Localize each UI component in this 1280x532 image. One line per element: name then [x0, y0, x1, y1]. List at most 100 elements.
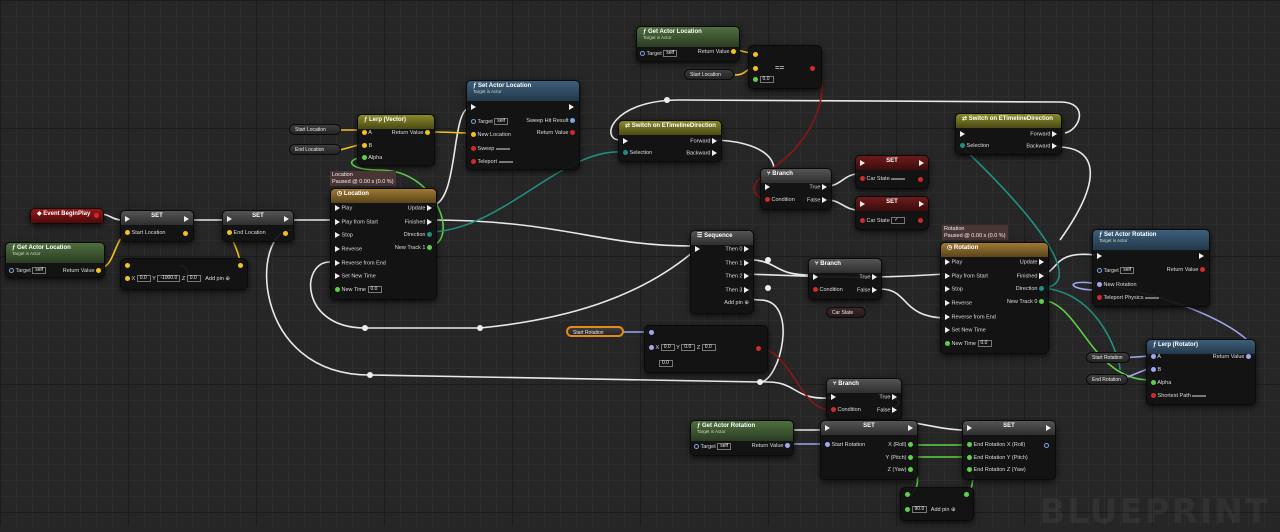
- add-pin-icon[interactable]: ⊕: [951, 507, 956, 513]
- x-field[interactable]: 0.0: [660, 344, 675, 351]
- x-field[interactable]: 0.0: [136, 275, 151, 282]
- false-pin[interactable]: False: [857, 287, 877, 294]
- a-pin[interactable]: A: [1151, 354, 1161, 360]
- exec-in-pin[interactable]: [471, 104, 476, 110]
- b-pin[interactable]: B: [362, 143, 372, 149]
- exec-in-pin[interactable]: [860, 201, 865, 207]
- vector-in-pin[interactable]: [753, 52, 758, 57]
- tolerance-field[interactable]: 0.0: [659, 360, 673, 367]
- forward-pin[interactable]: Forward: [1030, 131, 1057, 138]
- new-location-pin[interactable]: New Location: [471, 132, 511, 138]
- return-value-pin[interactable]: Return Value: [752, 443, 790, 449]
- a-pin[interactable]: A: [362, 130, 372, 136]
- exec-out-pin[interactable]: [94, 213, 99, 218]
- car-state-pin[interactable]: Car State ✓: [860, 217, 906, 224]
- exec-in-pin[interactable]: [695, 246, 700, 252]
- sweep-pin[interactable]: Sweep: [471, 146, 510, 152]
- new-track-pin[interactable]: New Track 1: [395, 245, 432, 251]
- exec-in-pin[interactable]: [831, 394, 836, 400]
- play-from-start-pin[interactable]: Play from Start: [945, 273, 988, 280]
- update-pin[interactable]: Update: [408, 205, 432, 212]
- vector-components[interactable]: X 0.0 Y -1000.0 Z 0.0 Add pin ⊕: [125, 275, 230, 282]
- tolerance-pin[interactable]: 0.0: [753, 76, 774, 83]
- exec-in-pin[interactable]: [813, 274, 818, 280]
- return-value-pin[interactable]: Return Value: [1167, 267, 1205, 273]
- vector-out-pin[interactable]: [283, 231, 288, 236]
- exec-in-pin[interactable]: [1097, 253, 1102, 259]
- car-state-checkbox[interactable]: ✓: [891, 217, 906, 224]
- finished-pin[interactable]: Finished: [405, 219, 432, 226]
- bool-out-pin[interactable]: [918, 218, 923, 223]
- backward-pin[interactable]: Backward: [686, 150, 717, 157]
- start-location-pin[interactable]: Start Location: [125, 230, 165, 236]
- reverse-pin[interactable]: Reverse: [335, 246, 362, 253]
- condition-pin[interactable]: Condition: [831, 407, 861, 413]
- target-pin[interactable]: Target self: [1097, 267, 1135, 274]
- y-field[interactable]: -1000.0: [157, 275, 181, 282]
- start-rotation-pin[interactable]: Start Rotation: [825, 442, 865, 448]
- reroute-node[interactable]: [765, 257, 771, 263]
- exec-out-pin[interactable]: [919, 201, 924, 207]
- target-value[interactable]: self: [717, 443, 732, 450]
- target-pin[interactable]: Target self: [694, 443, 732, 450]
- branch-node[interactable]: ⑂ Branch Condition True False: [760, 168, 832, 210]
- add-pin-icon[interactable]: ⊕: [225, 276, 230, 282]
- add-pin-button[interactable]: Add pin: [931, 507, 950, 513]
- tolerance-pin[interactable]: 0.0: [659, 360, 673, 367]
- then-1-pin[interactable]: Then 1: [725, 260, 749, 267]
- set-new-time-pin[interactable]: Set New Time: [335, 273, 376, 280]
- float-add-node[interactable]: 90.0 Add pin ⊕: [900, 487, 974, 521]
- car-state-pin[interactable]: Car State: [860, 176, 906, 182]
- return-value-pin[interactable]: Return Value: [392, 130, 430, 136]
- new-rotation-pin[interactable]: New Rotation: [1097, 282, 1137, 288]
- var-start-location-2[interactable]: Start Location: [684, 69, 734, 80]
- end-rotation-y-pin[interactable]: End Rotation Y (Pitch): [967, 455, 1028, 461]
- timeline-location-node[interactable]: ◷ Location Play Play from Start Stop Rev…: [330, 188, 437, 300]
- reroute-node[interactable]: [757, 379, 763, 385]
- event-beginplay-node[interactable]: ◆ Event BeginPlay: [30, 208, 104, 224]
- lerp-vector-node[interactable]: ƒ Lerp (Vector) A B Alpha Return Value: [357, 114, 435, 166]
- vector-out-pin[interactable]: [183, 231, 188, 236]
- return-value-pin[interactable]: Return Value: [1213, 354, 1251, 360]
- reroute-node[interactable]: [765, 285, 771, 291]
- target-value[interactable]: self: [1120, 267, 1135, 274]
- reroute-node[interactable]: [362, 325, 368, 331]
- z-yaw-pin[interactable]: Z (Yaw): [888, 467, 913, 473]
- switch-timeline-direction-node-2[interactable]: ⇄ Switch on ETimelineDirection Selection…: [955, 113, 1062, 155]
- get-actor-location-node-2[interactable]: ƒ Get Actor Location Target is Actor Tar…: [636, 26, 740, 62]
- true-pin[interactable]: True: [879, 394, 897, 401]
- new-time-field[interactable]: 0.0: [367, 286, 382, 293]
- end-rotation-x-pin[interactable]: End Rotation X (Roll): [967, 442, 1025, 448]
- return-value-pin[interactable]: Return Value: [63, 268, 101, 274]
- var-start-location[interactable]: Start Location: [289, 124, 341, 135]
- target-value[interactable]: self: [494, 118, 509, 125]
- get-actor-location-node[interactable]: ƒ Get Actor Location Target is Actor Tar…: [5, 242, 105, 278]
- vector-in-pin[interactable]: [125, 263, 130, 268]
- set-car-state-node-2[interactable]: SET Car State ✓: [855, 196, 929, 230]
- float-in-pin[interactable]: [905, 492, 910, 497]
- exec-out-pin[interactable]: [569, 104, 574, 110]
- play-pin[interactable]: Play: [945, 259, 962, 266]
- target-pin[interactable]: Target self: [9, 267, 47, 274]
- vector-out-pin[interactable]: [238, 263, 243, 268]
- exec-in-pin[interactable]: [825, 425, 830, 431]
- rotator-in-pin[interactable]: [649, 330, 654, 335]
- exec-out-pin[interactable]: [1199, 253, 1204, 259]
- bool-out-pin[interactable]: [756, 346, 761, 351]
- update-pin[interactable]: Update: [1020, 259, 1044, 266]
- set-actor-location-node[interactable]: ƒ Set Actor Location Target is Actor Tar…: [466, 80, 580, 170]
- set-new-time-pin[interactable]: Set New Time: [945, 327, 986, 334]
- target-pin[interactable]: Target self: [640, 50, 678, 57]
- true-pin[interactable]: True: [859, 274, 877, 281]
- alpha-pin[interactable]: Alpha: [1151, 380, 1171, 386]
- set-end-location-node[interactable]: SET End Location: [222, 210, 294, 242]
- get-actor-rotation-node[interactable]: ƒ Get Actor Rotation Target is Actor Tar…: [690, 420, 794, 456]
- end-location-pin[interactable]: End Location: [227, 230, 266, 236]
- b-pin[interactable]: B: [1151, 367, 1161, 373]
- exec-in-pin[interactable]: [960, 131, 965, 137]
- teleport-physics-checkbox[interactable]: [1145, 296, 1160, 299]
- false-pin[interactable]: False: [807, 197, 827, 204]
- teleport-pin[interactable]: Teleport: [471, 159, 513, 165]
- equal-vector-node[interactable]: == 0.0: [748, 45, 822, 89]
- target-pin[interactable]: Target self: [471, 118, 509, 125]
